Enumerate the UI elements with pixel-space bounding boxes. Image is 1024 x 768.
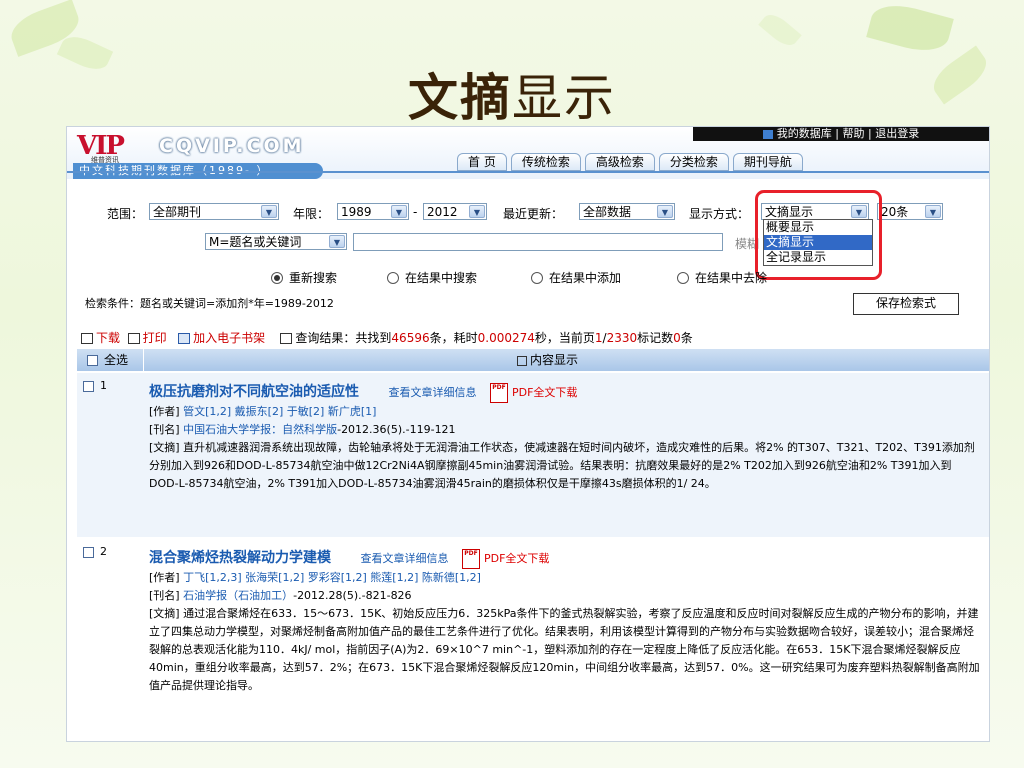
document-icon [517, 355, 527, 366]
content-column-header: 内容显示 [517, 349, 578, 371]
abstract: [文摘] 直升机减速器润滑系统出现故障，齿轮轴承将处于无润滑油工作状态，使减速器… [149, 441, 975, 490]
tab-advanced-search[interactable]: 高级检索 [584, 153, 655, 171]
radio-icon [677, 271, 689, 284]
record-checkbox[interactable] [83, 380, 94, 392]
record-number: 1 [83, 377, 107, 395]
download-link[interactable]: 下载 [96, 331, 120, 345]
journal-name[interactable]: 中国石油大学学报：自然科学版 [183, 423, 337, 436]
scope-label: 范围： [107, 207, 144, 221]
journal-info: -2012.36(5).-119-121 [337, 423, 456, 436]
result-record: 1 极压抗磨剂对不同航空油的适应性 查看文章详细信息 PDF PDF全文下载 [作… [77, 373, 989, 537]
total-pages: 2330 [606, 331, 638, 345]
screenshot-frame: 我的数据库 | 帮助 | 退出登录 VIP 维普资讯 CQVIP.COM 中文科… [66, 126, 990, 742]
pdf-icon: PDF [462, 549, 480, 569]
header: 我的数据库 | 帮助 | 退出登录 VIP 维普资讯 CQVIP.COM 中文科… [67, 127, 989, 179]
add-ebook-link[interactable]: 加入电子书架 [193, 331, 265, 345]
query-time: 0.000274 [477, 331, 535, 345]
pdf-download-link[interactable]: PDF全文下载 [484, 552, 549, 565]
article-title[interactable]: 极压抗磨剂对不同航空油的适应性 [149, 384, 359, 400]
mark-unit: 条 [680, 331, 693, 345]
chevron-down-icon: ▼ [925, 205, 941, 218]
year-from-select[interactable]: 1989 ▼ [337, 203, 409, 220]
print-link[interactable]: 打印 [143, 331, 167, 345]
search-input[interactable] [353, 233, 723, 251]
journal-info: -2012.28(5).-821-826 [293, 589, 412, 602]
field-select[interactable]: M=题名或关键词 ▼ [205, 233, 347, 250]
result-label: 查询结果：共找到 [295, 331, 392, 345]
checkbox[interactable] [87, 355, 98, 366]
radio-icon [387, 271, 399, 284]
select-all[interactable]: 全选 [87, 349, 128, 371]
radio-selected-icon [271, 271, 283, 284]
save-search-button[interactable]: 保存检索式 [853, 293, 959, 315]
radio-new-search[interactable]: 重新搜索 [271, 269, 337, 286]
journal-line: [刊名] 中国石油大学学报：自然科学版-2012.36(5).-119-121 [149, 423, 456, 436]
mark-count: 0 [673, 331, 681, 345]
save-icon [81, 333, 93, 344]
pdf-icon: PDF [490, 383, 508, 403]
pdf-download-link[interactable]: PDF全文下载 [512, 386, 577, 399]
tab-home[interactable]: 首 页 [457, 153, 507, 171]
page-label: 秒，当前页 [534, 331, 595, 345]
nav-divider [67, 171, 989, 173]
scope-select[interactable]: 全部期刊 ▼ [149, 203, 279, 220]
chevron-down-icon: ▼ [469, 205, 485, 218]
authors[interactable]: 管文[1,2] 戴振东[2] 于敏[2] 靳广虎[1] [183, 405, 376, 418]
authors[interactable]: 丁飞[1,2,3] 张海荣[1,2] 罗彩容[1,2] 熊莲[1,2] 陈新德[… [183, 571, 481, 584]
result-total: 46596 [391, 331, 430, 345]
radio-remove-from-results[interactable]: 在结果中去除 [677, 269, 767, 286]
mark-label: 标记数 [637, 331, 674, 345]
main-nav: 首 页 传统检索 高级检索 分类检索 期刊导航 [457, 153, 803, 171]
year-label: 年限： [293, 207, 330, 221]
current-page: 1 [594, 331, 603, 345]
result-unit: 条，耗时 [429, 331, 478, 345]
chevron-down-icon: ▼ [329, 235, 345, 248]
leaf-decoration [866, 0, 954, 58]
slide-title: 文摘显示 [408, 69, 616, 127]
logo-site: CQVIP.COM [159, 135, 305, 157]
bookshelf-icon [178, 333, 191, 344]
year-to-select[interactable]: 2012 ▼ [423, 203, 487, 220]
record-title-line: 极压抗磨剂对不同航空油的适应性 查看文章详细信息 PDF PDF全文下载 [149, 383, 981, 403]
display-label: 显示方式： [689, 207, 750, 221]
record-number: 2 [83, 543, 107, 561]
radio-search-within[interactable]: 在结果中搜索 [387, 269, 477, 286]
tab-traditional-search[interactable]: 传统检索 [510, 153, 581, 171]
user-icon [762, 129, 773, 139]
top-links[interactable]: 我的数据库 | 帮助 | 退出登录 [693, 127, 989, 141]
chevron-down-icon: ▼ [261, 205, 277, 218]
highlight-annotation [755, 190, 882, 280]
journal-line: [刊名] 石油学报（石油加工）-2012.28(5).-821-826 [149, 589, 412, 602]
abstract: [文摘] 通过混合聚烯烃在633．15～673．15K、初始反应压力6．325k… [149, 607, 980, 692]
results-table-header: 全选 内容显示 [77, 349, 989, 371]
radio-icon [531, 271, 543, 284]
radio-add-to-results[interactable]: 在结果中添加 [531, 269, 621, 286]
record-checkbox[interactable] [83, 546, 94, 558]
detail-link[interactable]: 查看文章详细信息 [361, 552, 449, 565]
edit-icon [280, 333, 293, 344]
chevron-down-icon: ▼ [657, 205, 673, 218]
authors-line: [作者] 管文[1,2] 戴振东[2] 于敏[2] 靳广虎[1] [149, 405, 377, 418]
chevron-down-icon: ▼ [391, 205, 407, 218]
update-label: 最近更新： [503, 207, 564, 221]
result-record: 2 混合聚烯烃热裂解动力学建模 查看文章详细信息 PDF PDF全文下载 [作者]… [77, 539, 989, 741]
article-title[interactable]: 混合聚烯烃热裂解动力学建模 [149, 550, 331, 566]
detail-link[interactable]: 查看文章详细信息 [389, 386, 477, 399]
year-separator: - [413, 205, 418, 219]
authors-line: [作者] 丁飞[1,2,3] 张海荣[1,2] 罗彩容[1,2] 熊莲[1,2]… [149, 571, 481, 584]
leaf-decoration [758, 9, 802, 51]
tab-journal-nav[interactable]: 期刊导航 [732, 153, 803, 171]
column-divider [143, 349, 144, 371]
search-condition: 检索条件：题名或关键词=添加剂*年=1989-2012 [85, 297, 334, 310]
per-page-select[interactable]: 20条 ▼ [877, 203, 943, 220]
record-title-line: 混合聚烯烃热裂解动力学建模 查看文章详细信息 PDF PDF全文下载 [149, 549, 981, 569]
results-toolbar: 下载 打印 加入电子书架 查询结果：共找到46596条，耗时0.000274秒，… [81, 329, 693, 346]
tab-category-search[interactable]: 分类检索 [658, 153, 729, 171]
update-select[interactable]: 全部数据 ▼ [579, 203, 675, 220]
journal-name[interactable]: 石油学报（石油加工） [183, 589, 293, 602]
print-icon [127, 333, 140, 344]
